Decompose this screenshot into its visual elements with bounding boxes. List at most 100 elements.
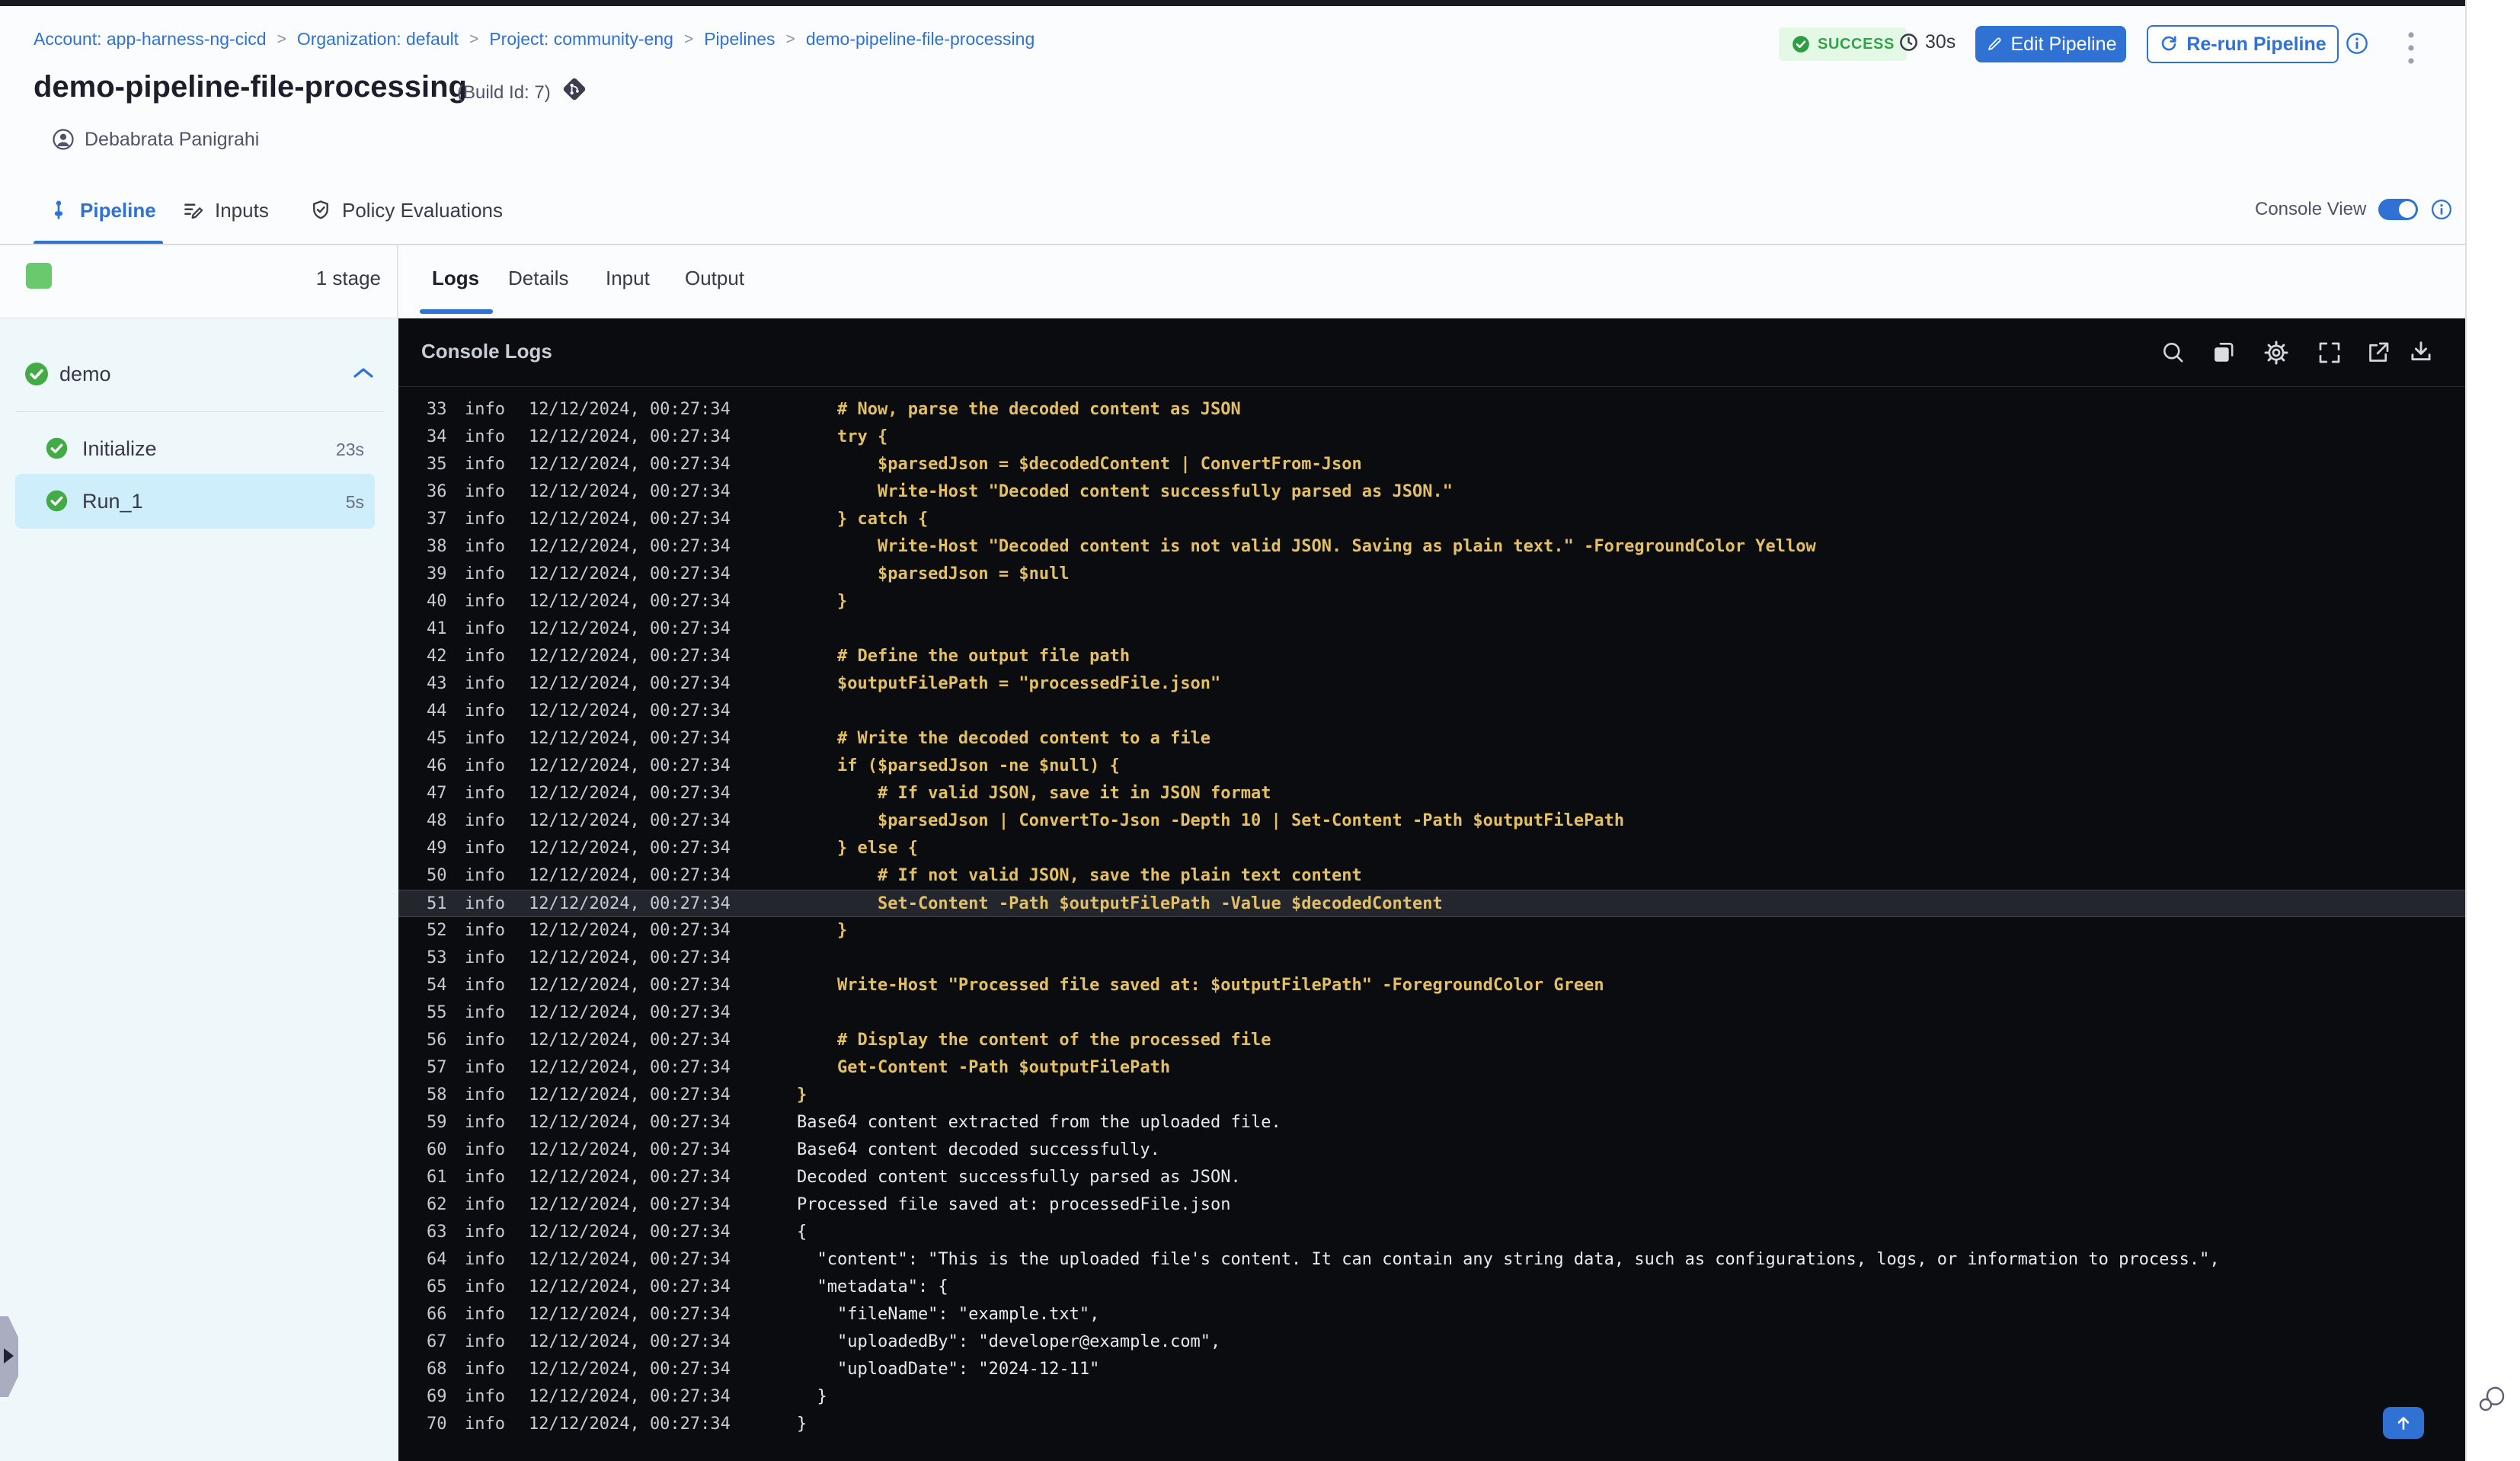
execution-header: Account: app-harness-ng-cicd > Organizat… bbox=[0, 6, 2465, 245]
log-timestamp: 12/12/2024, 00:27:34 bbox=[529, 948, 731, 967]
stage-status-square[interactable] bbox=[26, 263, 52, 289]
log-text: } bbox=[797, 1415, 807, 1434]
log-timestamp: 12/12/2024, 00:27:34 bbox=[529, 1223, 731, 1242]
log-level: info bbox=[465, 619, 505, 638]
log-timestamp: 12/12/2024, 00:27:34 bbox=[529, 976, 731, 995]
log-level: info bbox=[465, 948, 505, 967]
log-line-number: 50 bbox=[427, 866, 447, 885]
breadcrumb-pipelines[interactable]: Pipelines bbox=[704, 29, 775, 50]
log-row: 67 info 12/12/2024, 00:27:34 "uploadedBy… bbox=[398, 1328, 2465, 1356]
console-view-control: Console View bbox=[2255, 198, 2453, 221]
settings-gear-icon[interactable] bbox=[2263, 339, 2290, 366]
console-logs-panel: Console Logs 33 info 12/12/2024, 00:27:3… bbox=[398, 318, 2465, 1461]
avatar-icon bbox=[53, 129, 74, 150]
stage-row-demo[interactable]: demo bbox=[0, 328, 398, 411]
breadcrumb-current-pipeline[interactable]: demo-pipeline-file-processing bbox=[806, 29, 1035, 50]
log-timestamp: 12/12/2024, 00:27:34 bbox=[529, 811, 731, 830]
inputs-icon bbox=[184, 203, 203, 219]
log-level: info bbox=[465, 811, 505, 830]
step-duration: 23s bbox=[335, 440, 364, 459]
log-text: { bbox=[797, 1223, 807, 1242]
log-row: 44 info 12/12/2024, 00:27:34 bbox=[398, 698, 2465, 725]
log-row: 42 info 12/12/2024, 00:27:34 # Define th… bbox=[398, 643, 2465, 670]
log-line-number: 60 bbox=[427, 1140, 447, 1159]
step-name: Initialize bbox=[82, 437, 157, 460]
log-line-number: 52 bbox=[427, 921, 447, 940]
open-in-new-icon[interactable] bbox=[2365, 339, 2392, 366]
console-view-info-icon[interactable] bbox=[2430, 198, 2453, 221]
log-level: info bbox=[465, 1085, 505, 1105]
fullscreen-icon[interactable] bbox=[2316, 339, 2343, 366]
tab-output[interactable]: Output bbox=[685, 267, 744, 290]
breadcrumb-separator: > bbox=[785, 30, 795, 48]
chevron-up-icon[interactable] bbox=[352, 366, 375, 381]
help-chat-icon[interactable] bbox=[2476, 1385, 2508, 1414]
tab-input[interactable]: Input bbox=[606, 267, 650, 290]
log-line-number: 66 bbox=[427, 1305, 447, 1324]
search-icon[interactable] bbox=[2160, 339, 2187, 366]
log-text: "uploadDate": "2024-12-11" bbox=[797, 1360, 1100, 1379]
console-header: Console Logs bbox=[398, 318, 2465, 387]
log-line-number: 61 bbox=[427, 1168, 447, 1187]
more-options-menu[interactable] bbox=[2406, 29, 2416, 69]
log-row: 38 info 12/12/2024, 00:27:34 Write-Host … bbox=[398, 533, 2465, 561]
log-timestamp: 12/12/2024, 00:27:34 bbox=[529, 1058, 731, 1077]
log-row: 61 info 12/12/2024, 00:27:34 Decoded con… bbox=[398, 1164, 2465, 1191]
status-label: SUCCESS bbox=[1818, 35, 1895, 53]
log-text: "metadata": { bbox=[797, 1277, 948, 1296]
log-text: # If valid JSON, save it in JSON format bbox=[797, 784, 1271, 803]
log-text: Decoded content successfully parsed as J… bbox=[797, 1168, 1241, 1187]
log-text: # If not valid JSON, save the plain text… bbox=[797, 866, 1362, 885]
rerun-pipeline-label: Re-run Pipeline bbox=[2186, 33, 2327, 55]
build-id-label: (Build Id: 7) bbox=[457, 82, 551, 103]
edit-pipeline-button[interactable]: Edit Pipeline bbox=[1975, 26, 2126, 62]
log-row: 37 info 12/12/2024, 00:27:34 } catch { bbox=[398, 506, 2465, 533]
log-text: Base64 content extracted from the upload… bbox=[797, 1113, 1281, 1132]
log-timestamp: 12/12/2024, 00:27:34 bbox=[529, 1277, 731, 1296]
log-timestamp: 12/12/2024, 00:27:34 bbox=[529, 537, 731, 556]
author-name: Debabrata Panigrahi bbox=[85, 128, 260, 150]
tab-pipeline[interactable]: Pipeline bbox=[47, 189, 156, 232]
log-timestamp: 12/12/2024, 00:27:34 bbox=[529, 729, 731, 748]
status-badge: SUCCESS bbox=[1779, 27, 1907, 61]
log-line-number: 51 bbox=[427, 894, 447, 913]
success-check-icon bbox=[1792, 36, 1809, 53]
log-timestamp: 12/12/2024, 00:27:34 bbox=[529, 482, 731, 501]
log-line-number: 42 bbox=[427, 647, 447, 666]
breadcrumb-organization[interactable]: Organization: default bbox=[297, 29, 459, 50]
step-row-run-1[interactable]: Run_1 5s bbox=[15, 474, 375, 529]
tab-policy-evaluations[interactable]: Policy Evaluations bbox=[309, 189, 503, 232]
log-level: info bbox=[465, 510, 505, 529]
log-line-number: 40 bbox=[427, 592, 447, 611]
tab-logs[interactable]: Logs bbox=[432, 267, 479, 290]
step-row-initialize[interactable]: Initialize 23s bbox=[15, 425, 375, 472]
log-text: } bbox=[797, 921, 848, 940]
execution-info-icon[interactable] bbox=[2345, 31, 2369, 56]
log-row: 50 info 12/12/2024, 00:27:34 # If not va… bbox=[398, 862, 2465, 890]
rerun-pipeline-button[interactable]: Re-run Pipeline bbox=[2147, 25, 2339, 63]
log-row: 47 info 12/12/2024, 00:27:34 # If valid … bbox=[398, 780, 2465, 807]
log-text: } bbox=[797, 592, 848, 611]
log-row: 56 info 12/12/2024, 00:27:34 # Display t… bbox=[398, 1027, 2465, 1054]
breadcrumb-project[interactable]: Project: community-eng bbox=[489, 29, 673, 50]
console-view-toggle[interactable] bbox=[2378, 199, 2419, 220]
scroll-to-top-button[interactable] bbox=[2383, 1407, 2424, 1439]
tab-details[interactable]: Details bbox=[508, 267, 568, 290]
log-level: info bbox=[465, 866, 505, 885]
log-level: info bbox=[465, 976, 505, 995]
log-line-number: 64 bbox=[427, 1250, 447, 1269]
log-row: 62 info 12/12/2024, 00:27:34 Processed f… bbox=[398, 1191, 2465, 1219]
breadcrumb-account[interactable]: Account: app-harness-ng-cicd bbox=[34, 29, 267, 50]
log-timestamp: 12/12/2024, 00:27:34 bbox=[529, 1140, 731, 1159]
log-line-number: 48 bbox=[427, 811, 447, 830]
copy-icon[interactable] bbox=[2211, 339, 2238, 366]
log-line-number: 57 bbox=[427, 1058, 447, 1077]
log-level: info bbox=[465, 1305, 505, 1324]
log-text: Write-Host "Decoded content successfully… bbox=[797, 482, 1453, 501]
log-text: Get-Content -Path $outputFilePath bbox=[797, 1058, 1171, 1077]
log-timestamp: 12/12/2024, 00:27:34 bbox=[529, 756, 731, 775]
git-experience-icon bbox=[560, 75, 589, 104]
download-icon[interactable] bbox=[2407, 339, 2435, 366]
breadcrumb-separator: > bbox=[277, 30, 286, 48]
tab-inputs[interactable]: Inputs bbox=[182, 189, 269, 232]
